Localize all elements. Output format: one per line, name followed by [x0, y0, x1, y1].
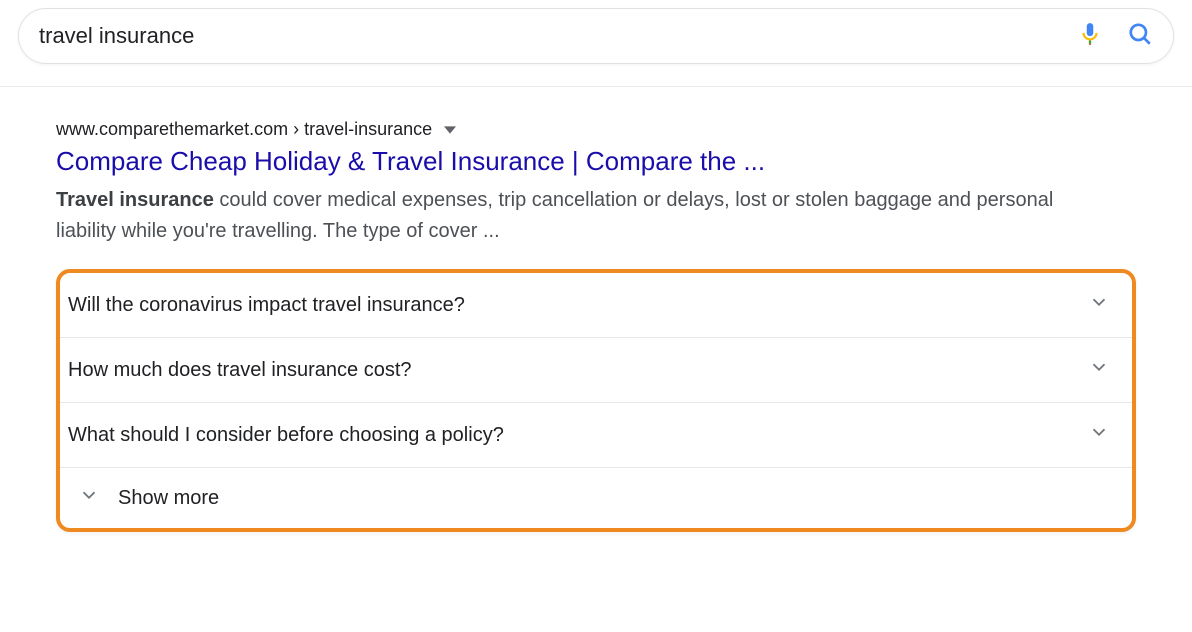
- chevron-down-icon: [1088, 291, 1110, 319]
- microphone-icon[interactable]: [1077, 21, 1103, 52]
- faq-question: Will the coronavirus impact travel insur…: [68, 294, 465, 317]
- faq-show-more[interactable]: Show more: [60, 467, 1132, 528]
- faq-item[interactable]: How much does travel insurance cost?: [60, 337, 1132, 402]
- show-more-label: Show more: [118, 487, 219, 510]
- search-icons: [1077, 21, 1153, 52]
- result-url-text: www.comparethemarket.com › travel-insura…: [56, 119, 432, 140]
- header-divider: [0, 86, 1192, 87]
- result-url[interactable]: www.comparethemarket.com › travel-insura…: [56, 119, 1136, 140]
- chevron-down-icon: [78, 484, 100, 512]
- faq-question: How much does travel insurance cost?: [68, 359, 412, 382]
- search-result: www.comparethemarket.com › travel-insura…: [56, 119, 1136, 532]
- search-input[interactable]: [39, 23, 1077, 49]
- chevron-down-icon: [1088, 421, 1110, 449]
- faq-item[interactable]: What should I consider before choosing a…: [60, 402, 1132, 467]
- result-title[interactable]: Compare Cheap Holiday & Travel Insurance…: [56, 146, 1136, 177]
- snippet-bold: Travel insurance: [56, 189, 214, 211]
- faq-expander-box: Will the coronavirus impact travel insur…: [56, 269, 1136, 532]
- search-icon[interactable]: [1127, 21, 1153, 52]
- chevron-down-icon: [1088, 356, 1110, 384]
- url-dropdown-icon[interactable]: [444, 124, 456, 136]
- result-title-text: Compare Cheap Holiday & Travel Insurance…: [56, 146, 765, 176]
- result-snippet: Travel insurance could cover medical exp…: [56, 185, 1066, 247]
- faq-question: What should I consider before choosing a…: [68, 424, 504, 447]
- search-bar: [18, 8, 1174, 64]
- faq-item[interactable]: Will the coronavirus impact travel insur…: [60, 273, 1132, 337]
